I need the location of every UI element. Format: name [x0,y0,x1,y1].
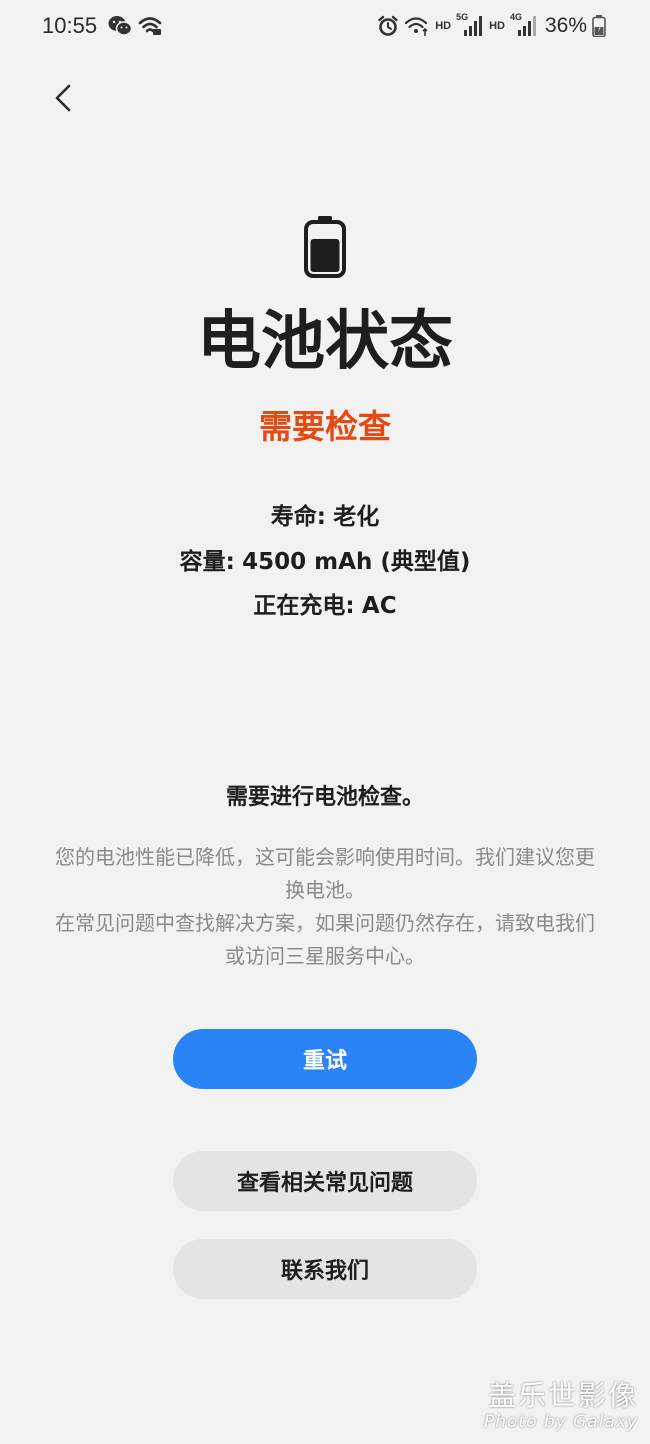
back-button[interactable] [44,76,84,120]
status-icons: HD 5G HD 4G 36% [377,12,606,40]
battery-capacity-label: 容量: [179,549,235,575]
watermark-title: 盖乐世影像 [487,1379,638,1412]
battery-life-value: 老化 [333,504,380,530]
faq-button[interactable]: 查看相关常见问题 [173,1151,477,1211]
page-title: 电池状态 [197,305,453,379]
contact-us-button[interactable]: 联系我们 [173,1239,477,1299]
battery-capacity-row: 容量: 4500 mAh (典型值) [0,545,650,579]
notice-paragraph: 您的电池性能已降低，这可能会影响使用时间。我们建议您更换电池。 [55,845,595,902]
battery-icon [304,216,346,278]
notice-body: 您的电池性能已降低，这可能会影响使用时间。我们建议您更换电池。 在常见问题中查找… [48,841,602,973]
status-time: 10:55 [42,13,98,38]
signal-4g: 4G [509,12,538,38]
chevron-left-icon [55,84,71,112]
notice-title: 需要进行电池检查。 [225,785,424,810]
charging-value: AC [361,593,397,619]
wifi-icon [138,17,162,35]
battery-percent: 36% [544,14,587,37]
battery-life-label: 寿命: [270,504,326,530]
notice-paragraph: 在常见问题中查找解决方案，如果问题仍然存在，请致电我们或访问三星服务中心。 [55,911,595,968]
hd-label: HD [489,20,505,32]
network-type-label: 4G [509,12,522,22]
retry-button[interactable]: 重试 [173,1029,477,1089]
charging-row: 正在充电: AC [0,589,650,623]
watermark-subtitle: Photo by Galaxy [483,1412,638,1432]
watermark: 盖乐世影像 Photo by Galaxy [483,1379,638,1433]
network-type-label: 5G [456,12,469,22]
battery-charging-icon [592,15,606,37]
battery-capacity-value: 4500 mAh (典型值) [242,549,471,575]
charging-label: 正在充电: [253,593,355,619]
hd-label: HD [435,20,452,32]
alarm-icon [378,15,398,36]
status-bar: 10:55 HD 5G HD 4G 36% [0,0,650,52]
status-badge: 需要检查 [259,407,391,446]
wifi-calling-icon [405,17,428,36]
battery-life-row: 寿命: 老化 [0,500,650,534]
signal-5g: 5G [456,12,484,38]
wechat-icon [108,16,132,36]
